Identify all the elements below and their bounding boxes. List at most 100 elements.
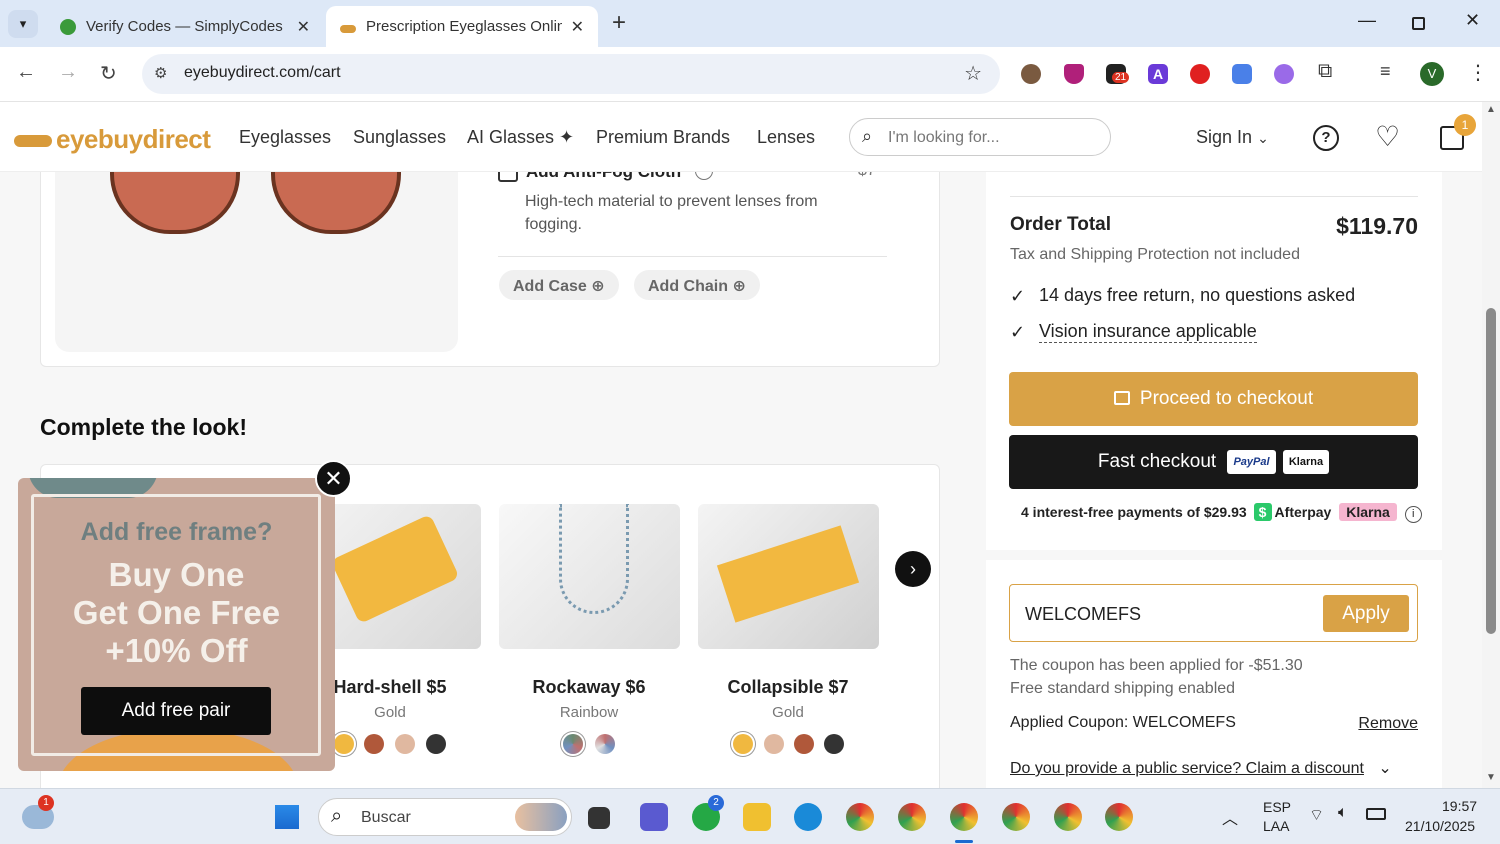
- color-swatch[interactable]: [794, 734, 814, 754]
- nav-sunglasses[interactable]: Sunglasses: [353, 127, 446, 148]
- carousel-next-button[interactable]: ›: [895, 551, 931, 587]
- perk-vision-insurance[interactable]: Vision insurance applicable: [1039, 321, 1257, 343]
- add-free-pair-button[interactable]: Add free pair: [81, 687, 271, 735]
- extension-translate-icon[interactable]: [1232, 64, 1252, 84]
- clock-time[interactable]: 19:57: [1442, 798, 1477, 814]
- remove-coupon-link[interactable]: Remove: [1358, 715, 1418, 733]
- anti-fog-checkbox[interactable]: [498, 172, 518, 182]
- media-control-icon[interactable]: ≡: [1380, 61, 1391, 82]
- tab-eyebuydirect[interactable]: Prescription Eyeglasses Online | ✕: [326, 6, 598, 47]
- color-swatch[interactable]: [563, 734, 583, 754]
- public-service-link[interactable]: Do you provide a public service? Claim a…: [1010, 758, 1392, 778]
- site-search-input[interactable]: ⌕ I'm looking for...: [849, 118, 1111, 156]
- minimize-button[interactable]: —: [1358, 10, 1376, 31]
- chrome-icon[interactable]: [950, 803, 978, 831]
- product-image-collapsible[interactable]: [698, 504, 879, 649]
- teams-icon[interactable]: [640, 803, 668, 831]
- chrome-icon[interactable]: [898, 803, 926, 831]
- profile-avatar[interactable]: V: [1420, 62, 1444, 86]
- restore-button[interactable]: [1412, 17, 1425, 30]
- language-code[interactable]: ESP: [1263, 799, 1291, 815]
- chrome-icon[interactable]: [1105, 803, 1133, 831]
- color-swatch[interactable]: [595, 734, 615, 754]
- site-info-icon[interactable]: ⚙: [154, 64, 167, 82]
- nav-ai-glasses[interactable]: AI Glasses ✦: [467, 127, 574, 148]
- reload-icon[interactable]: ↻: [100, 61, 117, 86]
- scrollbar-thumb[interactable]: [1486, 308, 1496, 634]
- nav-eyeglasses[interactable]: Eyeglasses: [239, 127, 331, 148]
- coupon-input[interactable]: WELCOMEFS Apply: [1009, 584, 1418, 642]
- color-swatch[interactable]: [364, 734, 384, 754]
- installments-row: 4 interest-free payments of $29.93 $ Afte…: [1021, 503, 1422, 523]
- popup-close-button[interactable]: ✕: [315, 460, 352, 497]
- keyboard-layout[interactable]: LAA: [1263, 818, 1289, 834]
- chrome-icon[interactable]: [1002, 803, 1030, 831]
- clock-date[interactable]: 21/10/2025: [1405, 818, 1475, 834]
- info-icon[interactable]: i: [1404, 506, 1422, 523]
- back-icon[interactable]: ←: [16, 61, 36, 84]
- promo-popup: Add free frame? Buy One Get One Free +10…: [18, 478, 335, 771]
- color-swatch[interactable]: [426, 734, 446, 754]
- add-chain-button[interactable]: Add Chain ⊕: [634, 270, 760, 300]
- color-swatch[interactable]: [824, 734, 844, 754]
- extension-opera-icon[interactable]: [1190, 64, 1210, 84]
- product-name[interactable]: Rockaway $6: [489, 677, 689, 698]
- start-windows-icon[interactable]: [273, 803, 301, 831]
- url-text[interactable]: eyebuydirect.com/cart: [184, 64, 341, 82]
- color-swatch[interactable]: [395, 734, 415, 754]
- chrome-icon[interactable]: [1054, 803, 1082, 831]
- extension-cookie-icon[interactable]: [1021, 64, 1041, 84]
- site-logo[interactable]: eyebuydirect: [14, 124, 211, 155]
- close-icon[interactable]: ✕: [297, 17, 310, 37]
- scroll-down-arrow[interactable]: ▼: [1486, 772, 1496, 783]
- new-tab-button[interactable]: +: [612, 9, 626, 37]
- weather-icon[interactable]: 1: [22, 795, 54, 829]
- extensions-puzzle-icon[interactable]: ⧉: [1318, 60, 1332, 83]
- fast-checkout-button[interactable]: Fast checkout PayPal Klarna: [1009, 435, 1418, 489]
- tab-search-icon[interactable]: ▾: [8, 10, 38, 38]
- color-swatch[interactable]: [334, 734, 354, 754]
- battery-icon[interactable]: [1366, 808, 1386, 820]
- add-case-button[interactable]: Add Case ⊕: [499, 270, 619, 300]
- wifi-icon[interactable]: ⌔: [1309, 805, 1324, 825]
- panel-divider: [986, 550, 1442, 560]
- forward-icon[interactable]: →: [58, 61, 78, 84]
- nav-lenses[interactable]: Lenses: [757, 127, 815, 148]
- apply-coupon-button[interactable]: Apply: [1323, 595, 1409, 632]
- nav-premium-brands[interactable]: Premium Brands: [596, 127, 730, 148]
- color-swatch[interactable]: [764, 734, 784, 754]
- wishlist-heart-icon[interactable]: ♡: [1375, 120, 1400, 153]
- proceed-checkout-button[interactable]: Proceed to checkout: [1009, 372, 1418, 426]
- volume-icon[interactable]: 🔈︎: [1338, 804, 1348, 822]
- chrome-icon[interactable]: [846, 803, 874, 831]
- sunglasses-lens-right: [271, 172, 401, 234]
- extension-calendar-icon[interactable]: 21: [1106, 64, 1130, 84]
- close-window-button[interactable]: ✕: [1465, 10, 1480, 31]
- product-name[interactable]: Collapsible $7: [688, 677, 888, 698]
- extension-ublock-icon[interactable]: [1064, 64, 1084, 84]
- color-swatch[interactable]: [733, 734, 753, 754]
- active-app-indicator: [955, 840, 973, 843]
- chevron-down-icon: ⌄: [1378, 760, 1392, 777]
- whatsapp-icon[interactable]: 2: [692, 795, 724, 831]
- browser-menu-icon[interactable]: ⋮: [1468, 60, 1488, 85]
- sign-in-link[interactable]: Sign In ⌄: [1196, 127, 1269, 148]
- bookmark-star-icon[interactable]: ☆: [964, 61, 982, 86]
- windows-taskbar: 1 ⌕ Buscar 2 ︿ ESP LAA ⌔ 🔈︎ 19:57 21/10/…: [0, 788, 1500, 844]
- taskbar-search-box[interactable]: ⌕ Buscar: [318, 798, 572, 836]
- cart-icon[interactable]: 1: [1440, 114, 1476, 150]
- edge-icon[interactable]: [794, 803, 822, 831]
- close-icon[interactable]: ✕: [571, 17, 584, 37]
- extension-a-icon[interactable]: A: [1148, 64, 1168, 84]
- tray-chevron-up-icon[interactable]: ︿: [1222, 805, 1238, 829]
- file-explorer-icon[interactable]: [743, 803, 771, 831]
- page-scrollbar[interactable]: ▲ ▼: [1482, 102, 1500, 788]
- extension-purple-icon[interactable]: [1274, 64, 1294, 84]
- scroll-up-arrow[interactable]: ▲: [1486, 104, 1496, 115]
- task-view-icon[interactable]: [588, 807, 610, 829]
- help-icon[interactable]: ?: [1313, 125, 1339, 151]
- address-bar[interactable]: ⚙ eyebuydirect.com/cart ☆: [142, 54, 1000, 94]
- chain-shape: [559, 504, 629, 614]
- product-image-rockaway[interactable]: [499, 504, 680, 649]
- tab-simplycodes[interactable]: Verify Codes — SimplyCodes ✕: [46, 6, 324, 47]
